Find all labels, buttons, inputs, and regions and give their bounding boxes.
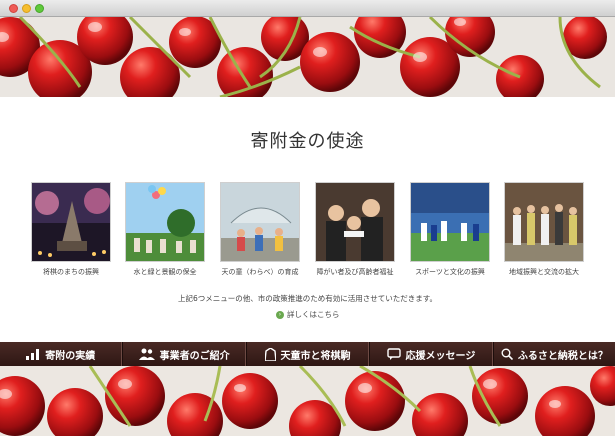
nav-label: 寄附の実績: [45, 350, 96, 362]
nav-label: 事業者のご紹介: [159, 350, 230, 362]
window-titlebar: [0, 0, 615, 17]
arrow-right-icon: ›: [276, 310, 284, 319]
usage-note: 上記6つメニューの他、市の政策推進のため有効に活用させていただきます。: [177, 294, 438, 303]
minimize-window-button[interactable]: [22, 4, 31, 13]
usage-card-sports[interactable]: スポーツと文化の振興: [410, 182, 490, 277]
children-photo[interactable]: [220, 182, 300, 262]
hero-cherry-photo: [0, 17, 615, 97]
people-icon: [138, 348, 155, 360]
greenery-photo[interactable]: [125, 182, 205, 262]
regional-photo[interactable]: [504, 182, 584, 262]
main-content: 寄附金の使途 将棋のまちの振興 水と緑と景観の保全 天の童（わらべ）の育成 障が…: [0, 97, 615, 342]
search-icon: [501, 348, 513, 360]
more-details-link[interactable]: › 詳しくはこちら: [276, 309, 340, 320]
usage-card-children[interactable]: 天の童（わらべ）の育成: [220, 182, 300, 277]
nav-tendo-shogi[interactable]: 天童市と将棋駒: [245, 342, 370, 366]
message-icon: [386, 348, 401, 360]
shogi-piece-icon: [264, 347, 276, 361]
usage-card-label: スポーツと文化の振興: [415, 268, 485, 276]
usage-card-welfare[interactable]: 障がい者及び高齢者福祉: [315, 182, 395, 277]
shogi-photo[interactable]: [31, 182, 111, 262]
footer-cherry-photo: [0, 366, 615, 436]
usage-card-label: 水と緑と景観の保全: [133, 268, 197, 276]
bar-chart-icon: [26, 349, 40, 360]
maximize-window-button[interactable]: [35, 4, 44, 13]
more-details-label: 詳しくはこちら: [287, 310, 340, 319]
usage-card-label: 障がい者及び高齢者福祉: [316, 268, 394, 276]
usage-card-greenery[interactable]: 水と緑と景観の保全: [125, 182, 205, 277]
usage-card-regional[interactable]: 地域振興と交流の拡大: [504, 182, 584, 277]
sports-photo[interactable]: [410, 182, 490, 262]
nav-label: 応援メッセージ: [405, 350, 476, 362]
usage-card-label: 天の童（わらべ）の育成: [221, 268, 299, 276]
nav-label: ふるさと納税とは？: [517, 350, 608, 362]
nav-business-introduction[interactable]: 事業者のご紹介: [122, 342, 246, 366]
nav-about-furusato[interactable]: ふるさと納税とは？: [492, 342, 615, 366]
nav-label: 天童市と将棋駒: [280, 350, 351, 362]
usage-card-label: 将棋のまちの振興: [43, 268, 99, 276]
nav-support-messages[interactable]: 応援メッセージ: [369, 342, 493, 366]
nav-donation-results[interactable]: 寄附の実績: [0, 342, 123, 366]
usage-card-shogi[interactable]: 将棋のまちの振興: [31, 182, 111, 277]
page-title: 寄附金の使途: [250, 131, 365, 152]
bottom-navbar: 寄附の実績 事業者のご紹介 天童市と将棋駒 応援メッセージ ふるさと納税とは？: [0, 342, 615, 366]
close-window-button[interactable]: [9, 4, 18, 13]
welfare-photo[interactable]: [315, 182, 395, 262]
usage-card-label: 地域振興と交流の拡大: [509, 268, 579, 276]
